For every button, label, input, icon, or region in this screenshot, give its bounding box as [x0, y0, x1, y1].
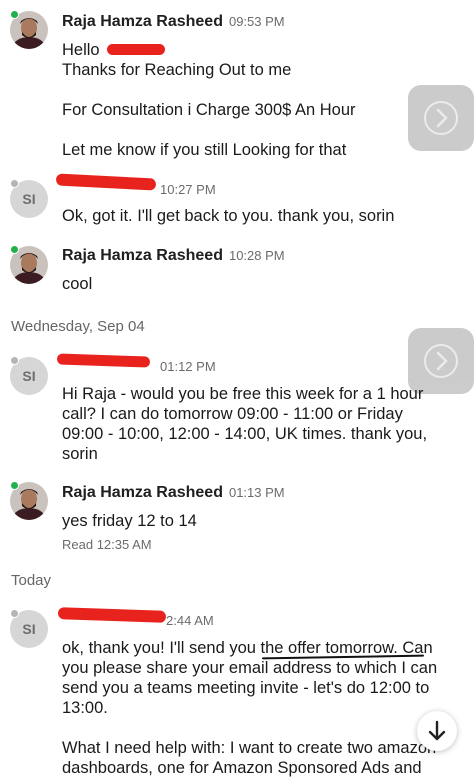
day-separator: Wednesday, Sep 04	[11, 318, 145, 335]
sender-name-text: Raja Hamza Rasheed	[62, 484, 223, 501]
sender-name[interactable]: Raja Hamza Rasheed 01:13 PM	[62, 484, 285, 502]
message-line: Hi Raja - would you be free this week fo…	[62, 385, 424, 403]
message-line: you please share your email address to w…	[62, 659, 438, 677]
online-indicator	[10, 10, 19, 19]
redaction-mark	[56, 353, 151, 368]
online-indicator	[10, 481, 19, 490]
sender-name-text: Raja Hamza Rasheed	[62, 13, 223, 30]
redaction-mark	[55, 173, 157, 191]
sender-name-text: Raja Hamza Rasheed	[62, 247, 223, 264]
chevron-right-icon	[424, 101, 458, 135]
message-time: 2:44 AM	[166, 613, 214, 628]
online-indicator	[10, 245, 19, 254]
message-line: Let me know if you still Looking for tha…	[62, 141, 347, 159]
message-line: yes friday 12 to 14	[62, 512, 197, 530]
message-line: sorin	[62, 445, 98, 463]
redaction-mark	[57, 607, 167, 623]
status-indicator	[10, 609, 19, 618]
read-receipt: Read 12:35 AM	[62, 537, 152, 552]
message-line: send you a teams meeting invite - let's …	[62, 679, 430, 697]
message-line: What I need help with: I want to create …	[62, 739, 437, 757]
scroll-to-bottom-button[interactable]	[417, 711, 457, 751]
message-time: 10:28 PM	[228, 248, 285, 263]
message-time: 10:27 PM	[160, 182, 216, 197]
message-line: 09:00 - 10:00, 12:00 - 14:00, UK times. …	[62, 425, 428, 443]
message-line: Thanks for Reaching Out to me	[62, 61, 292, 79]
message-line: Ok, got it. I'll get back to you. thank …	[62, 207, 395, 225]
message-line: 13:00.	[62, 699, 108, 717]
sender-name[interactable]: Raja Hamza Rasheed 10:28 PM	[62, 247, 285, 265]
day-separator: Today	[11, 572, 52, 589]
message-time: 01:12 PM	[160, 359, 216, 374]
message-line: For Consultation i Charge 300$ An Hour	[62, 101, 356, 119]
message-line: Hello	[62, 41, 100, 59]
message-time: 01:13 PM	[228, 485, 285, 500]
message-line: call? I can do tomorrow 09:00 - 11:00 or…	[62, 405, 403, 423]
arrow-down-icon	[428, 720, 446, 741]
sender-name[interactable]: Raja Hamza Rasheed 09:53 PM	[62, 13, 285, 31]
status-indicator	[10, 356, 19, 365]
redaction-mark	[107, 44, 165, 55]
chevron-right-icon	[424, 344, 458, 378]
next-button[interactable]	[408, 85, 474, 151]
message-line: cool	[62, 275, 93, 293]
message-time: 09:53 PM	[228, 14, 285, 29]
message-line: dashboards, one for Amazon Sponsored Ads…	[62, 759, 422, 777]
status-indicator	[10, 179, 19, 188]
